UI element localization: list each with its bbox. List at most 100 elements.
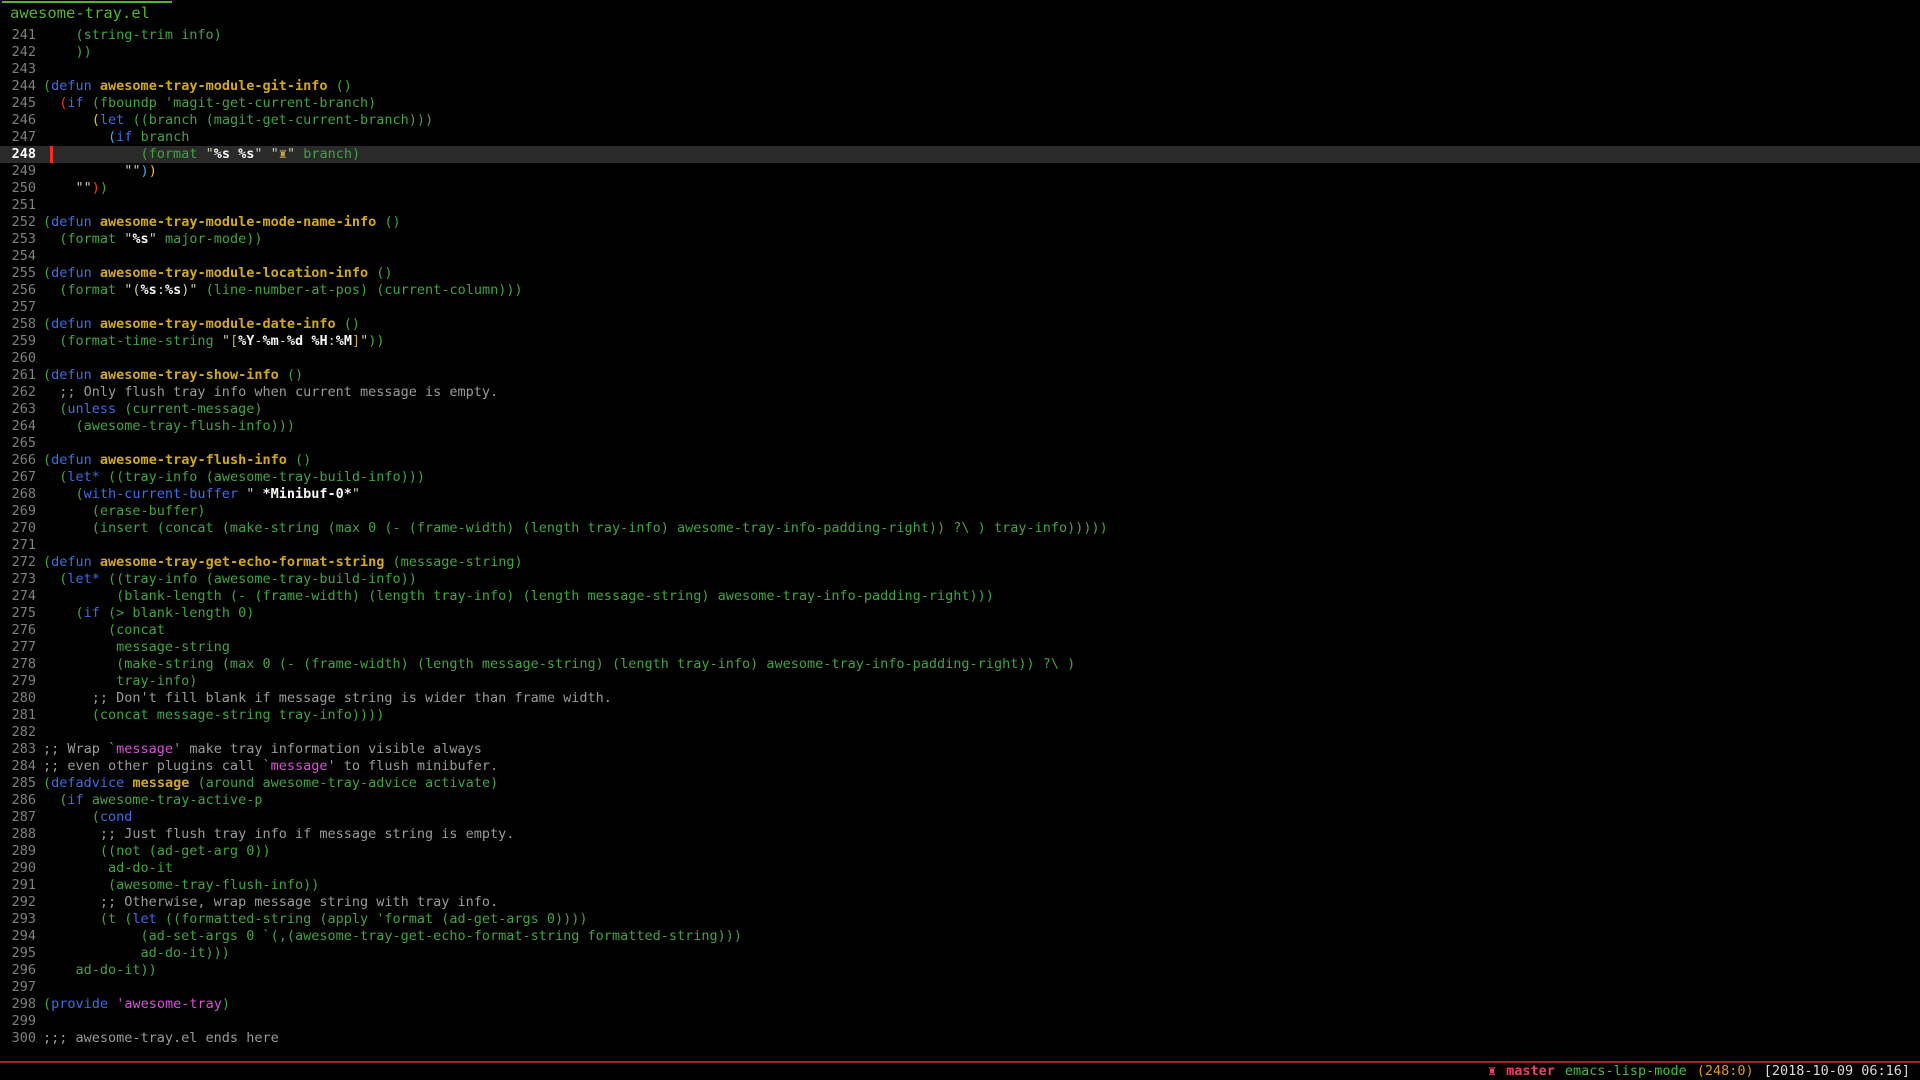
code-line[interactable]: 299	[0, 1013, 1920, 1030]
code-text: ""))	[43, 180, 108, 196]
code-line[interactable]: 274 (blank-length (- (frame-width) (leng…	[0, 588, 1920, 605]
code-text: ;; Wrap `message' make tray information …	[43, 741, 482, 757]
code-text: (provide 'awesome-tray)	[43, 996, 230, 1012]
code-line[interactable]: 300;;; awesome-tray.el ends here	[0, 1030, 1920, 1047]
line-number: 259	[0, 333, 43, 350]
line-number: 268	[0, 486, 43, 503]
line-number: 284	[0, 758, 43, 775]
code-line[interactable]: 278 (make-string (max 0 (- (frame-width)…	[0, 656, 1920, 673]
code-line[interactable]: 246 (let ((branch (magit-get-current-bra…	[0, 112, 1920, 129]
code-line[interactable]: 245 (if (fboundp 'magit-get-current-bran…	[0, 95, 1920, 112]
code-line[interactable]: 265	[0, 435, 1920, 452]
code-text: (insert (concat (make-string (max 0 (- (…	[43, 520, 1108, 536]
code-line[interactable]: 279 tray-info)	[0, 673, 1920, 690]
code-text: (cond	[43, 809, 132, 825]
code-line[interactable]: 264 (awesome-tray-flush-info)))	[0, 418, 1920, 435]
code-text: (defun awesome-tray-show-info ()	[43, 367, 303, 383]
line-number: 292	[0, 894, 43, 911]
line-number: 241	[0, 27, 43, 44]
code-line[interactable]: 296 ad-do-it))	[0, 962, 1920, 979]
code-line[interactable]: 251	[0, 197, 1920, 214]
code-line[interactable]: 294 (ad-set-args 0 `(,(awesome-tray-get-…	[0, 928, 1920, 945]
code-line[interactable]: 281 (concat message-string tray-info))))	[0, 707, 1920, 724]
code-line[interactable]: 270 (insert (concat (make-string (max 0 …	[0, 520, 1920, 537]
code-line[interactable]: 269 (erase-buffer)	[0, 503, 1920, 520]
code-line[interactable]: 258(defun awesome-tray-module-date-info …	[0, 316, 1920, 333]
code-line[interactable]: 291 (awesome-tray-flush-info))	[0, 877, 1920, 894]
code-line[interactable]: 286 (if awesome-tray-active-p	[0, 792, 1920, 809]
code-line[interactable]: 284;; even other plugins call `message' …	[0, 758, 1920, 775]
code-line[interactable]: 263 (unless (current-message)	[0, 401, 1920, 418]
line-number: 249	[0, 163, 43, 180]
code-line[interactable]: 293 (t (let ((formatted-string (apply 'f…	[0, 911, 1920, 928]
line-number: 269	[0, 503, 43, 520]
code-text: (make-string (max 0 (- (frame-width) (le…	[43, 656, 1075, 672]
code-line[interactable]: 253 (format "%s" major-mode))	[0, 231, 1920, 248]
code-line[interactable]: 260	[0, 350, 1920, 367]
code-line[interactable]: 272(defun awesome-tray-get-echo-format-s…	[0, 554, 1920, 571]
code-line[interactable]: 241 (string-trim info)	[0, 27, 1920, 44]
code-line[interactable]: 285(defadvice message (around awesome-tr…	[0, 775, 1920, 792]
line-number: 276	[0, 622, 43, 639]
code-line[interactable]: 248 (format "%s %s" "♜" branch)	[0, 146, 1920, 163]
code-text: message-string	[43, 639, 230, 655]
code-line[interactable]: 292 ;; Otherwise, wrap message string wi…	[0, 894, 1920, 911]
line-number: 293	[0, 911, 43, 928]
line-number: 300	[0, 1030, 43, 1047]
code-line[interactable]: 287 (cond	[0, 809, 1920, 826]
code-line[interactable]: 289 ((not (ad-get-arg 0))	[0, 843, 1920, 860]
line-number: 252	[0, 214, 43, 231]
code-line[interactable]: 288 ;; Just flush tray info if message s…	[0, 826, 1920, 843]
code-line[interactable]: 297	[0, 979, 1920, 996]
code-text: (format-time-string "[%Y-%m-%d %H:%M]"))	[43, 333, 385, 349]
code-line[interactable]: 243	[0, 61, 1920, 78]
code-text: (concat	[43, 622, 165, 638]
code-line[interactable]: 252(defun awesome-tray-module-mode-name-…	[0, 214, 1920, 231]
line-number: 267	[0, 469, 43, 486]
line-number: 281	[0, 707, 43, 724]
code-line[interactable]: 261(defun awesome-tray-show-info ()	[0, 367, 1920, 384]
code-line[interactable]: 250 ""))	[0, 180, 1920, 197]
code-line[interactable]: 295 ad-do-it)))	[0, 945, 1920, 962]
code-lines[interactable]: 241 (string-trim info)242 ))243244(defun…	[0, 27, 1920, 1047]
code-text: (unless (current-message)	[43, 401, 262, 417]
line-number: 288	[0, 826, 43, 843]
code-line[interactable]: 266(defun awesome-tray-flush-info ()	[0, 452, 1920, 469]
git-branch-label: master	[1506, 1063, 1555, 1080]
code-line[interactable]: 283;; Wrap `message' make tray informati…	[0, 741, 1920, 758]
code-line[interactable]: 249 ""))	[0, 163, 1920, 180]
code-line[interactable]: 255(defun awesome-tray-module-location-i…	[0, 265, 1920, 282]
code-text: ;; Otherwise, wrap message string with t…	[43, 894, 498, 910]
buffer-title: awesome-tray.el	[10, 5, 150, 22]
code-line[interactable]: 247 (if branch	[0, 129, 1920, 146]
code-line[interactable]: 256 (format "(%s:%s)" (line-number-at-po…	[0, 282, 1920, 299]
code-line[interactable]: 275 (if (> blank-length 0)	[0, 605, 1920, 622]
code-text: (string-trim info)	[43, 27, 222, 43]
code-line[interactable]: 277 message-string	[0, 639, 1920, 656]
code-line[interactable]: 290 ad-do-it	[0, 860, 1920, 877]
line-number: 243	[0, 61, 43, 78]
code-line[interactable]: 276 (concat	[0, 622, 1920, 639]
code-line[interactable]: 257	[0, 299, 1920, 316]
code-line[interactable]: 268 (with-current-buffer " *Minibuf-0*"	[0, 486, 1920, 503]
code-line[interactable]: 259 (format-time-string "[%Y-%m-%d %H:%M…	[0, 333, 1920, 350]
code-text: (defun awesome-tray-module-git-info ()	[43, 78, 352, 94]
code-line[interactable]: 254	[0, 248, 1920, 265]
code-text: (format "(%s:%s)" (line-number-at-pos) (…	[43, 282, 523, 298]
awesome-tray: ♜ master emacs-lisp-mode (248:0) [2018-1…	[0, 1063, 1920, 1080]
code-line[interactable]: 242 ))	[0, 44, 1920, 61]
title-underline	[2, 1, 172, 3]
code-line[interactable]: 280 ;; Don't fill blank if message strin…	[0, 690, 1920, 707]
line-number: 254	[0, 248, 43, 265]
line-number: 263	[0, 401, 43, 418]
code-text: ;; Don't fill blank if message string is…	[43, 690, 612, 706]
code-text: (defun awesome-tray-module-location-info…	[43, 265, 393, 281]
code-line[interactable]: 244(defun awesome-tray-module-git-info (…	[0, 78, 1920, 95]
code-line[interactable]: 282	[0, 724, 1920, 741]
code-line[interactable]: 262 ;; Only flush tray info when current…	[0, 384, 1920, 401]
line-number: 295	[0, 945, 43, 962]
code-line[interactable]: 271	[0, 537, 1920, 554]
code-line[interactable]: 273 (let* ((tray-info (awesome-tray-buil…	[0, 571, 1920, 588]
code-line[interactable]: 267 (let* ((tray-info (awesome-tray-buil…	[0, 469, 1920, 486]
code-line[interactable]: 298(provide 'awesome-tray)	[0, 996, 1920, 1013]
